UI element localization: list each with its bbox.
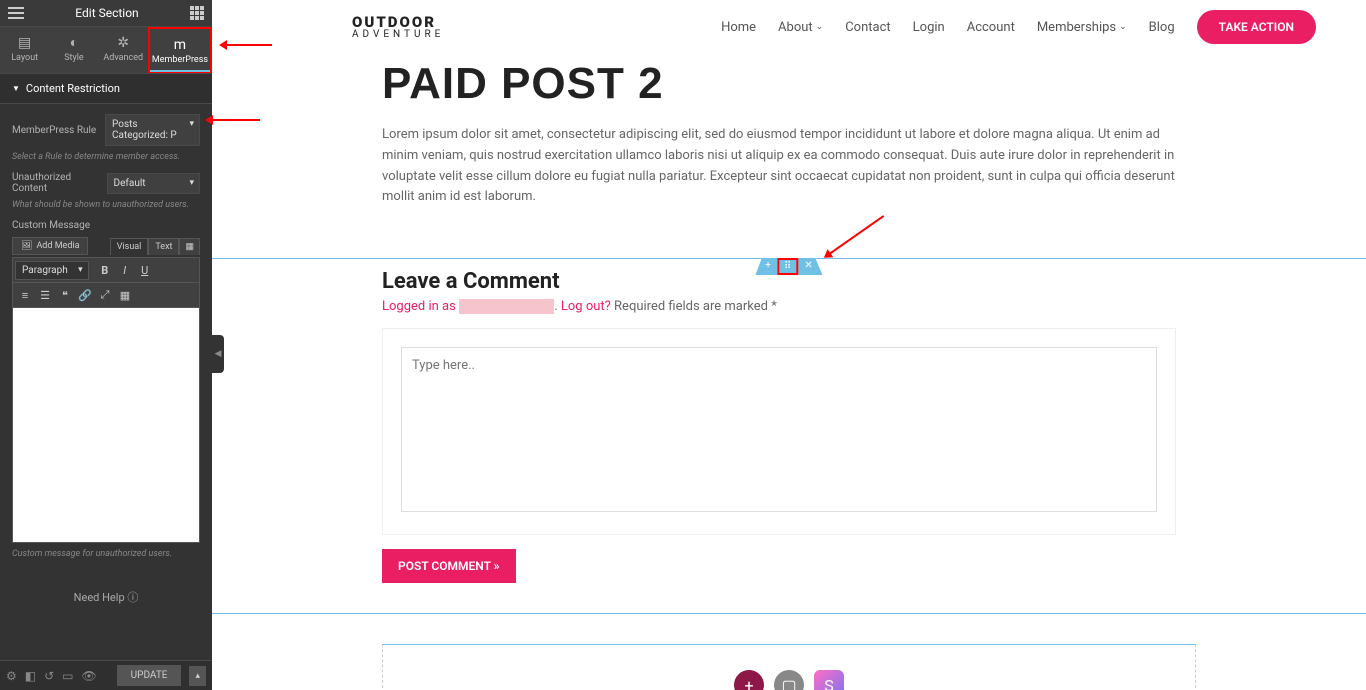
unauth-label: Unauthorized Content [12,172,107,194]
editor-toolbar: Paragraph B I U [12,257,200,283]
update-options-button[interactable]: ▴ [189,666,206,686]
rule-label: MemberPress Rule [12,125,96,136]
tab-memberpress[interactable]: mMemberPress [148,27,212,73]
template-icon[interactable]: ▢ [774,670,804,690]
nav-login[interactable]: Login [913,20,945,35]
list-button[interactable]: ≡ [15,285,35,305]
tab-advanced[interactable]: ✲Advanced [99,27,148,73]
accordion-content-restriction[interactable]: ▼ Content Restriction [0,73,212,104]
sidebar-header: Edit Section [0,0,212,27]
update-button[interactable]: UPDATE [117,665,182,686]
editor-tab-toggle[interactable]: ▦ [179,238,200,255]
add-widget-area[interactable]: + ▢ S [382,644,1196,690]
comment-form [382,328,1176,535]
rule-hint: Select a Rule to determine member access… [12,152,200,162]
help-icon: ⓘ [127,591,138,604]
link-button[interactable]: 🔗 [75,285,95,305]
layout-icon: ▤ [2,35,47,51]
responsive-icon[interactable]: ▭ [62,669,73,683]
history-icon[interactable]: ↺ [44,669,54,683]
add-section-button[interactable]: + [755,258,777,275]
unauth-hint: What should be shown to unauthorized use… [12,200,200,210]
quote-button[interactable]: ❝ [55,285,75,305]
site-header: OUTDOOR ADVENTURE Home About⌄ Contact Lo… [212,0,1366,54]
nav-account[interactable]: Account [967,20,1015,35]
bottom-bar: ⚙ ◧ ↺ ▭ 👁 UPDATE ▴ [0,660,212,690]
nav-contact[interactable]: Contact [845,20,890,35]
navigator-icon[interactable]: ◧ [25,669,36,683]
nav-memberships[interactable]: Memberships⌄ [1037,20,1127,35]
section-handle: + ⠿ ✕ [755,258,822,275]
annotation-arrow [222,44,272,46]
fullscreen-button[interactable]: ⤢ [95,285,115,305]
chevron-down-icon: ⌄ [816,22,824,32]
media-icon: 🖼 [21,241,32,251]
widgets-grid-icon[interactable] [190,6,204,20]
unauth-select[interactable]: Default [107,173,200,194]
caret-down-icon: ▼ [12,84,20,93]
tab-layout[interactable]: ▤Layout [0,27,49,73]
editor-toolbar-2: ≡ ☰ ❝ 🔗 ⤢ ▦ [12,283,200,308]
post-body: Lorem ipsum dolor sit amet, consectetur … [382,125,1176,208]
message-editor[interactable] [12,308,200,543]
menu-icon[interactable] [8,7,24,19]
collapse-sidebar-button[interactable]: ◀ [212,335,224,373]
panel-tabs: ▤Layout ◐Style ✲Advanced mMemberPress [0,27,212,73]
preview-area: OUTDOOR ADVENTURE Home About⌄ Contact Lo… [212,0,1366,690]
nav-blog[interactable]: Blog [1149,20,1175,35]
style-icon: ◐ [51,35,96,51]
memberpress-icon: m [152,37,208,53]
paragraph-select[interactable]: Paragraph [15,261,89,280]
chevron-down-icon: ⌄ [1119,22,1127,32]
starter-icon[interactable]: S [814,670,844,690]
tab-style[interactable]: ◐Style [49,27,98,73]
editor-tab-visual[interactable]: Visual [110,238,149,255]
rule-select[interactable]: Posts Categorized: P [105,114,200,146]
panel-body: MemberPress Rule Posts Categorized: P Se… [0,104,212,660]
preview-icon[interactable]: 👁 [82,669,97,683]
settings-icon[interactable]: ⚙ [6,669,17,683]
panel-title: Edit Section [75,6,138,20]
edit-section-button[interactable]: ⠿ [777,258,798,275]
post-comment-button[interactable]: POST COMMENT » [382,549,516,583]
custom-msg-label: Custom Message [12,220,200,231]
logged-in-link[interactable]: Logged in as user [382,299,554,314]
underline-button[interactable]: U [135,260,155,280]
editor-tab-text[interactable]: Text [148,238,179,255]
site-logo[interactable]: OUTDOOR ADVENTURE [352,15,444,40]
nav-about[interactable]: About⌄ [778,20,823,35]
cta-button[interactable]: TAKE ACTION [1197,10,1316,44]
post-content: PAID POST 2 Lorem ipsum dolor sit amet, … [212,54,1366,258]
section-comments[interactable]: + ⠿ ✕ Leave a Comment Logged in as user.… [212,258,1366,614]
annotation-arrow [208,119,260,121]
toolbar-toggle-button[interactable]: ▦ [115,285,135,305]
list-ol-button[interactable]: ☰ [35,285,55,305]
need-help-link[interactable]: Need Help ⓘ [12,569,200,625]
advanced-icon: ✲ [101,35,146,51]
comment-textarea[interactable] [401,347,1157,512]
custom-hint: Custom message for unauthorized users. [12,549,200,559]
elementor-sidebar: Edit Section ▤Layout ◐Style ✲Advanced mM… [0,0,212,690]
comment-meta: Logged in as user. Log out? Required fie… [382,299,1176,314]
add-media-button[interactable]: 🖼Add Media [12,237,88,255]
add-section-icon[interactable]: + [734,670,764,690]
logout-link[interactable]: Log out? [561,299,611,314]
post-title: PAID POST 2 [382,59,1176,109]
italic-button[interactable]: I [115,260,135,280]
bold-button[interactable]: B [95,260,115,280]
nav-home[interactable]: Home [721,20,756,35]
